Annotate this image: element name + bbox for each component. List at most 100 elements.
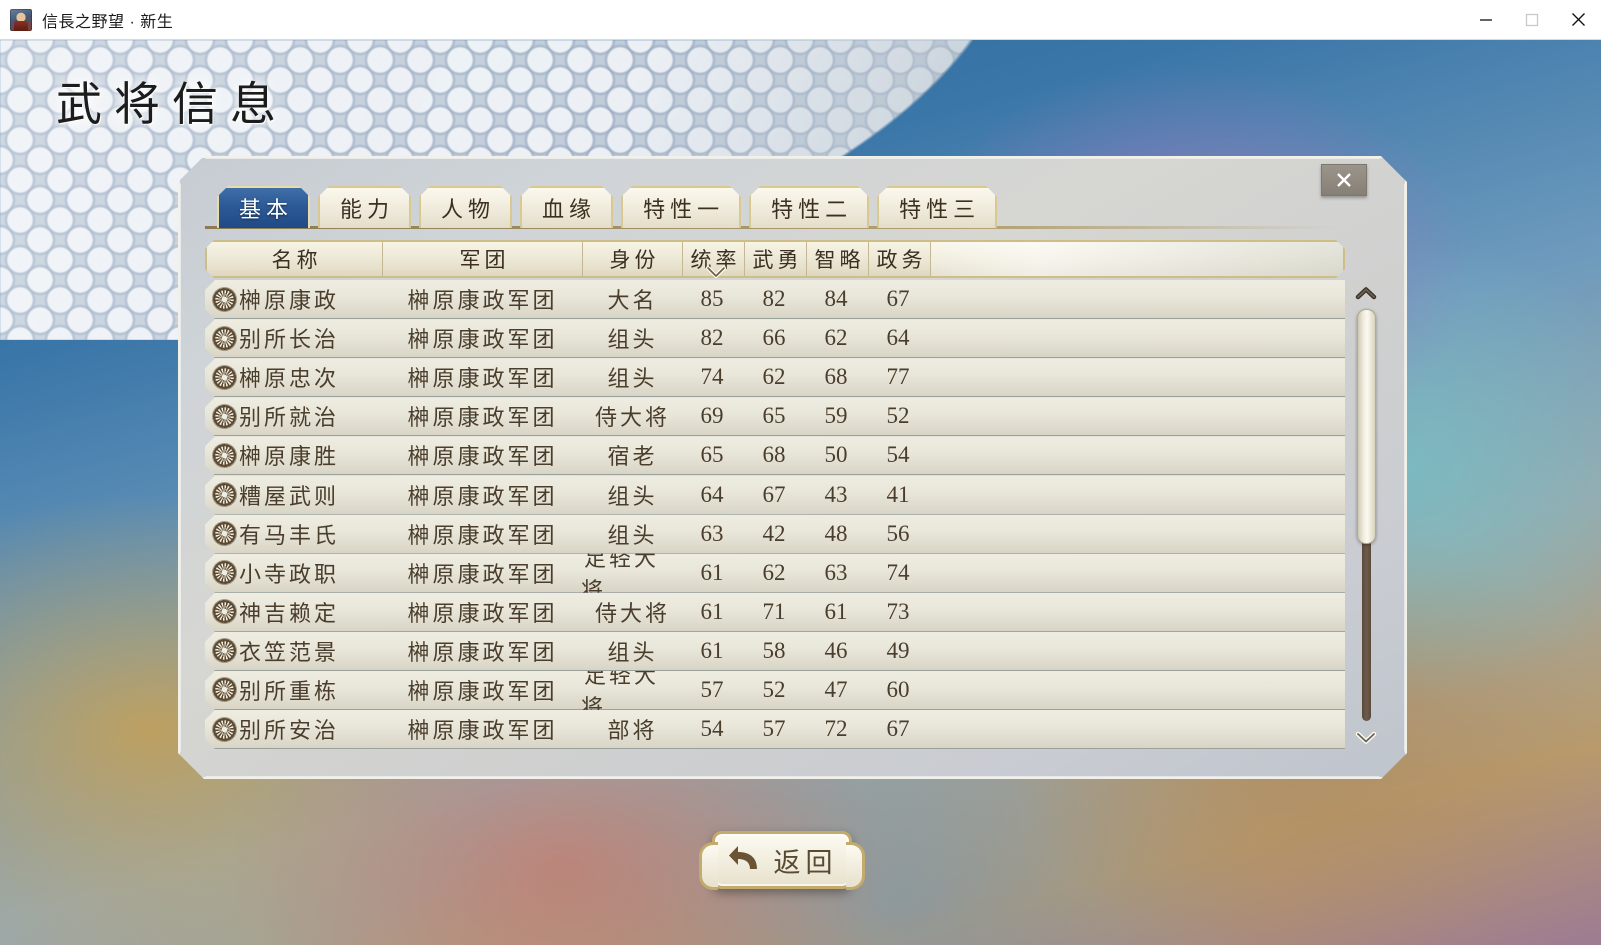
- page-title: 武将信息: [56, 79, 288, 130]
- scrollbar-track[interactable]: [1362, 309, 1371, 721]
- cell-valor: 42: [762, 520, 786, 546]
- scrollbar-thumb[interactable]: [1357, 309, 1376, 544]
- tab-trait-one[interactable]: 特性一: [621, 186, 741, 228]
- tab-ability[interactable]: 能力: [318, 186, 411, 228]
- cell-intellect: 46: [824, 637, 848, 663]
- clan-crest-icon: [213, 405, 236, 428]
- cell-valor: 52: [762, 676, 786, 702]
- officer-name: 糟屋武则: [239, 483, 340, 509]
- cell-leadership: 63: [700, 520, 724, 546]
- tab-trait-three[interactable]: 特性三: [877, 186, 997, 228]
- cell-leadership: 85: [700, 286, 724, 312]
- table-row[interactable]: 别所长治 榊原康政军团 组头 82 66 62 64: [205, 319, 1345, 358]
- clan-crest-icon: [213, 678, 236, 701]
- cell-intellect: 43: [824, 481, 848, 507]
- cell-corps: 榊原康政军团: [407, 366, 558, 392]
- officer-name: 榊原康政: [239, 288, 340, 314]
- officer-name: 别所安治: [239, 718, 340, 744]
- cell-name: 别所重栋: [205, 674, 381, 706]
- officer-name: 别所长治: [239, 327, 340, 353]
- maximize-button[interactable]: [1509, 0, 1555, 39]
- window-controls: [1463, 0, 1601, 39]
- cell-politics: 60: [886, 676, 910, 702]
- officer-name: 有马丰氏: [239, 522, 340, 548]
- cell-leadership: 61: [700, 637, 724, 663]
- close-icon: [1335, 171, 1353, 189]
- column-header-intellect[interactable]: 智略: [807, 242, 869, 276]
- cell-name: 糟屋武则: [205, 479, 381, 511]
- table-row[interactable]: 神吉赖定 榊原康政军团 侍大将 61 71 61 73: [205, 593, 1345, 632]
- tab-trait-two[interactable]: 特性二: [749, 186, 869, 228]
- chevron-up-icon: [1355, 286, 1377, 301]
- cell-leadership: 65: [700, 442, 724, 468]
- table-row[interactable]: 榊原康政 榊原康政军团 大名 85 82 84 67: [205, 280, 1345, 319]
- minimize-button[interactable]: [1463, 0, 1509, 39]
- cell-valor: 66: [762, 325, 786, 351]
- clan-crest-icon: [213, 327, 236, 350]
- table-row[interactable]: 别所安治 榊原康政军团 部将 54 57 72 67: [205, 710, 1345, 749]
- cell-politics: 67: [886, 716, 910, 742]
- scroll-up-button[interactable]: [1351, 280, 1381, 306]
- cell-status: 侍大将: [594, 600, 670, 626]
- cell-politics: 67: [886, 286, 910, 312]
- panel-close-button[interactable]: [1321, 164, 1367, 196]
- column-header-valor[interactable]: 武勇: [745, 242, 807, 276]
- cell-politics: 64: [886, 325, 910, 351]
- table-row[interactable]: 有马丰氏 榊原康政军团 组头 63 42 48 56: [205, 515, 1345, 554]
- table-row[interactable]: 榊原康胜 榊原康政军团 宿老 65 68 50 54: [205, 436, 1345, 475]
- table-row[interactable]: 别所重栋 榊原康政军团 足轻大将 57 52 47 60: [205, 671, 1345, 710]
- column-header-politics[interactable]: 政务: [869, 242, 931, 276]
- cell-intellect: 47: [824, 676, 848, 702]
- table-row[interactable]: 衣笠范景 榊原康政军团 组头 61 58 46 49: [205, 632, 1345, 671]
- cell-valor: 58: [762, 637, 786, 663]
- table-row[interactable]: 榊原忠次 榊原康政军团 组头 74 62 68 77: [205, 358, 1345, 397]
- table-row[interactable]: 别所就治 榊原康政军团 侍大将 69 65 59 52: [205, 397, 1345, 436]
- cell-intellect: 61: [824, 598, 848, 624]
- window-title-bar: 信長之野望 · 新生: [0, 0, 1601, 40]
- cell-name: 别所长治: [205, 322, 381, 354]
- window-title: 信長之野望 · 新生: [42, 13, 174, 31]
- cell-corps: 榊原康政军团: [407, 327, 558, 353]
- tab-bloodline[interactable]: 血缘: [520, 186, 613, 228]
- close-button[interactable]: [1555, 0, 1601, 39]
- back-button[interactable]: 返回: [699, 831, 865, 890]
- table-row[interactable]: 小寺政职 榊原康政军团 足轻大将 61 62 63 74: [205, 554, 1345, 593]
- cell-leadership: 61: [700, 598, 724, 624]
- scroll-down-button[interactable]: [1351, 724, 1381, 750]
- cell-name: 榊原康政: [205, 283, 381, 315]
- cell-politics: 73: [886, 598, 910, 624]
- tab-basic[interactable]: 基本: [217, 186, 310, 228]
- cell-intellect: 72: [824, 716, 848, 742]
- cell-valor: 68: [762, 442, 786, 468]
- cell-corps: 榊原康政军团: [407, 561, 558, 587]
- cell-politics: 41: [886, 481, 910, 507]
- officer-table-body[interactable]: 榊原康政 榊原康政军团 大名 85 82 84 67 别所长治 榊原康政军团 组…: [205, 280, 1345, 750]
- cell-valor: 71: [762, 598, 786, 624]
- column-header-status[interactable]: 身份: [583, 242, 683, 276]
- cell-corps: 榊原康政军团: [407, 678, 558, 704]
- column-header-name[interactable]: 名称: [207, 242, 383, 276]
- cell-leadership: 74: [700, 364, 724, 390]
- column-header-corps[interactable]: 军团: [383, 242, 583, 276]
- column-header-leadership[interactable]: 统率: [683, 242, 745, 276]
- vertical-scrollbar[interactable]: [1349, 280, 1383, 750]
- cell-politics: 74: [886, 559, 910, 585]
- column-header-spacer: [931, 242, 1343, 276]
- tab-bar: 基本 能力 人物 血缘 特性一 特性二 特性三: [217, 186, 997, 228]
- officer-name: 别所就治: [239, 405, 340, 431]
- cell-valor: 62: [762, 364, 786, 390]
- cell-corps: 榊原康政军团: [407, 718, 558, 744]
- chevron-down-icon: [1355, 730, 1377, 745]
- officer-name: 神吉赖定: [239, 600, 340, 626]
- clan-crest-icon: [213, 561, 236, 584]
- officer-name: 榊原忠次: [239, 366, 340, 392]
- cell-politics: 56: [886, 520, 910, 546]
- tab-person[interactable]: 人物: [419, 186, 512, 228]
- cell-name: 别所就治: [205, 400, 381, 432]
- cell-politics: 49: [886, 637, 910, 663]
- back-button-label: 返回: [773, 847, 838, 878]
- cell-intellect: 68: [824, 364, 848, 390]
- cell-status: 组头: [607, 327, 658, 353]
- cell-valor: 57: [762, 716, 786, 742]
- table-row[interactable]: 糟屋武则 榊原康政军团 组头 64 67 43 41: [205, 475, 1345, 514]
